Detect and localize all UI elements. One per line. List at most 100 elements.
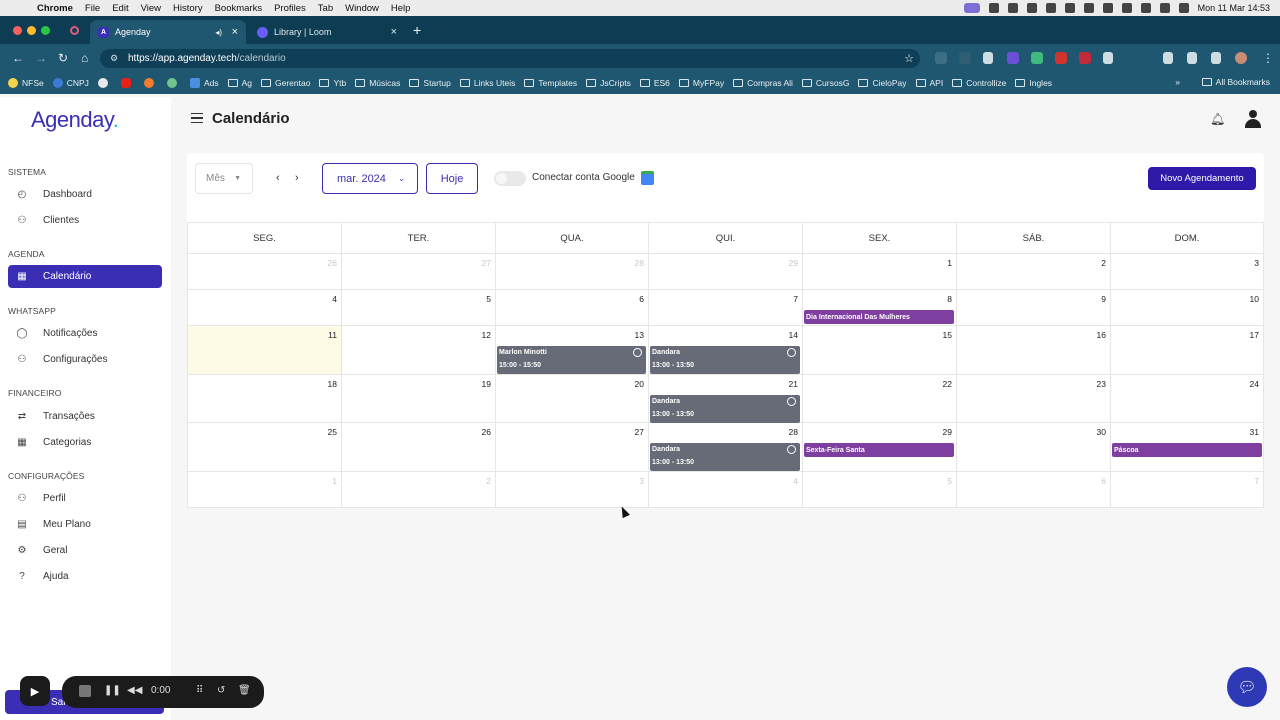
calendar-day-cell[interactable]: 4 bbox=[648, 472, 802, 508]
calendar-day-cell[interactable]: 3 bbox=[495, 472, 648, 508]
download-icon[interactable] bbox=[1187, 52, 1197, 64]
close-icon[interactable]: × bbox=[391, 26, 397, 38]
side-panel-icon[interactable] bbox=[1211, 52, 1221, 64]
bookmark-item[interactable]: NFSe bbox=[8, 78, 44, 88]
loom-recording-tab-icon[interactable] bbox=[70, 26, 79, 35]
agenday-logo[interactable]: Agenday. bbox=[31, 107, 119, 133]
calendar-day-cell[interactable]: 20 bbox=[495, 375, 648, 423]
month-picker-button[interactable]: mar. 2024 ⌄ bbox=[322, 163, 418, 194]
holiday-event[interactable]: Dia Internacional Das Mulheres bbox=[804, 310, 954, 324]
bookmark-folder[interactable]: Ytb bbox=[319, 78, 346, 88]
forward-icon[interactable]: → bbox=[35, 51, 47, 65]
trash-icon[interactable]: 🗑︎ bbox=[238, 685, 251, 696]
control-center-icon[interactable] bbox=[1178, 3, 1189, 13]
calendar-day-cell[interactable]: 5 bbox=[802, 472, 956, 508]
window-close-icon[interactable] bbox=[13, 26, 22, 35]
bookmark-folder[interactable]: JsCripts bbox=[586, 78, 631, 88]
bookmark-folder[interactable]: Startup bbox=[409, 78, 451, 88]
calendar-day-cell[interactable]: 9 bbox=[956, 290, 1110, 326]
bookmark-folder[interactable]: MyFPay bbox=[678, 78, 724, 88]
bookmark-folder[interactable]: ES6 bbox=[639, 78, 670, 88]
sidebar-item-geral[interactable]: ⚙ Geral bbox=[8, 539, 162, 562]
all-bookmarks-folder[interactable]: All Bookmarks bbox=[1201, 77, 1270, 87]
sidebar-item-meu-plano[interactable]: ▤ Meu Plano bbox=[8, 513, 162, 536]
reading-list-icon[interactable] bbox=[1163, 52, 1173, 64]
loom-camera-icon[interactable]: ▶ bbox=[20, 676, 50, 706]
calendar-day-cell[interactable]: 24 bbox=[1110, 375, 1264, 423]
user-avatar-icon[interactable] bbox=[1244, 110, 1262, 128]
calendar-day-cell[interactable]: 4 bbox=[187, 290, 341, 326]
profile-avatar[interactable] bbox=[1235, 52, 1247, 64]
calendar-day-cell[interactable]: 26 bbox=[341, 423, 495, 472]
extension-icon[interactable] bbox=[1079, 52, 1091, 64]
play-icon[interactable] bbox=[1064, 3, 1075, 13]
appointment-event[interactable]: Dandara 13:00 - 13:50 bbox=[650, 346, 800, 374]
holiday-event[interactable]: Páscoa bbox=[1112, 443, 1262, 457]
calendar-day-cell[interactable]: 27 bbox=[341, 254, 495, 290]
today-button[interactable]: Hoje bbox=[426, 163, 478, 194]
calendar-day-cell[interactable]: 10 bbox=[1110, 290, 1264, 326]
menu-history[interactable]: History bbox=[173, 3, 203, 14]
calendar-day-cell[interactable]: 5 bbox=[341, 290, 495, 326]
extension-icon[interactable] bbox=[935, 52, 947, 64]
calendar-day-cell[interactable]: 1 bbox=[802, 254, 956, 290]
extension-icon[interactable] bbox=[959, 52, 971, 64]
search-icon[interactable] bbox=[1159, 3, 1170, 13]
prev-month-icon[interactable]: ‹ bbox=[276, 172, 280, 184]
calendar-day-cell[interactable]: 7 bbox=[1110, 472, 1264, 508]
calendar-day-cell[interactable]: 16 bbox=[956, 326, 1110, 375]
sidebar-item-categorias[interactable]: ▦ Categorias bbox=[8, 431, 162, 454]
calendar-day-cell[interactable]: 17 bbox=[1110, 326, 1264, 375]
bookmark-folder[interactable]: Gerentao bbox=[261, 78, 310, 88]
rewind-icon[interactable]: ◀◀ bbox=[127, 685, 142, 696]
menubar-clock[interactable]: Mon 11 Mar 14:53 bbox=[1198, 3, 1270, 13]
address-bar[interactable]: ⚙ https://app.agenday.tech/calendario ☆ bbox=[100, 49, 920, 68]
bookmark-folder[interactable]: Controllize bbox=[952, 78, 1006, 88]
restart-icon[interactable]: ↺ bbox=[217, 685, 225, 696]
bookmark-item[interactable] bbox=[120, 78, 135, 88]
window-zoom-icon[interactable] bbox=[41, 26, 50, 35]
keyboard-icon[interactable] bbox=[1083, 3, 1094, 13]
bookmark-folder[interactable]: Links Uteis bbox=[459, 78, 515, 88]
bookmark-folder[interactable]: Templates bbox=[524, 78, 577, 88]
bookmark-item[interactable] bbox=[143, 78, 158, 88]
speaker-icon[interactable]: ◂) bbox=[215, 28, 222, 37]
extension-icon[interactable] bbox=[1055, 52, 1067, 64]
menu-bookmarks[interactable]: Bookmarks bbox=[215, 3, 263, 14]
calendar-day-cell[interactable]: 26 bbox=[187, 254, 341, 290]
calendar-day-cell[interactable]: 7 bbox=[648, 290, 802, 326]
sidebar-item-transacoes[interactable]: ⇄ Transações bbox=[8, 405, 162, 428]
bookmark-folder[interactable]: Músicas bbox=[355, 78, 400, 88]
bookmark-folder[interactable]: CursosG bbox=[801, 78, 849, 88]
wifi-icon[interactable] bbox=[1140, 3, 1151, 13]
bookmark-item[interactable] bbox=[166, 78, 181, 88]
stop-icon[interactable] bbox=[79, 685, 91, 697]
site-settings-icon[interactable]: ⚙ bbox=[110, 53, 118, 64]
bookmark-item[interactable]: Ads bbox=[189, 78, 219, 88]
kebab-menu-icon[interactable]: ⋮ bbox=[1262, 51, 1274, 65]
calendar-day-cell[interactable]: 25 bbox=[187, 423, 341, 472]
next-month-icon[interactable]: › bbox=[295, 172, 299, 184]
menu-profiles[interactable]: Profiles bbox=[274, 3, 306, 14]
calendar-day-cell[interactable]: 6 bbox=[495, 290, 648, 326]
bookmark-folder[interactable]: Compras Ali bbox=[733, 78, 793, 88]
pause-icon[interactable]: ❚❚ bbox=[104, 685, 121, 696]
drag-handle-icon[interactable]: ⠿ bbox=[196, 685, 203, 696]
bookmark-folder[interactable]: API bbox=[915, 78, 943, 88]
appointment-event[interactable]: Dandara 13:00 - 13:50 bbox=[650, 443, 800, 471]
new-tab-icon[interactable]: + bbox=[413, 22, 421, 38]
calendar-day-cell[interactable]: 23 bbox=[956, 375, 1110, 423]
extension-status-icon[interactable] bbox=[1007, 3, 1018, 13]
bookmark-folder[interactable]: CieloPay bbox=[858, 78, 907, 88]
new-appointment-button[interactable]: Novo Agendamento bbox=[1148, 167, 1256, 190]
microphone-icon[interactable] bbox=[988, 3, 999, 13]
bookmark-folder[interactable]: Ingles bbox=[1015, 78, 1052, 88]
holiday-event[interactable]: Sexta-Feira Santa bbox=[804, 443, 954, 457]
pen-extension-icon[interactable] bbox=[983, 52, 993, 64]
calendar-day-cell[interactable]: 18 bbox=[187, 375, 341, 423]
calendar-day-cell[interactable]: 2 bbox=[956, 254, 1110, 290]
screen-record-icon[interactable] bbox=[963, 3, 980, 13]
calendar-day-cell[interactable]: 6 bbox=[956, 472, 1110, 508]
sidebar-item-ajuda[interactable]: ? Ajuda bbox=[8, 565, 162, 588]
puzzle-icon[interactable] bbox=[1103, 52, 1113, 64]
